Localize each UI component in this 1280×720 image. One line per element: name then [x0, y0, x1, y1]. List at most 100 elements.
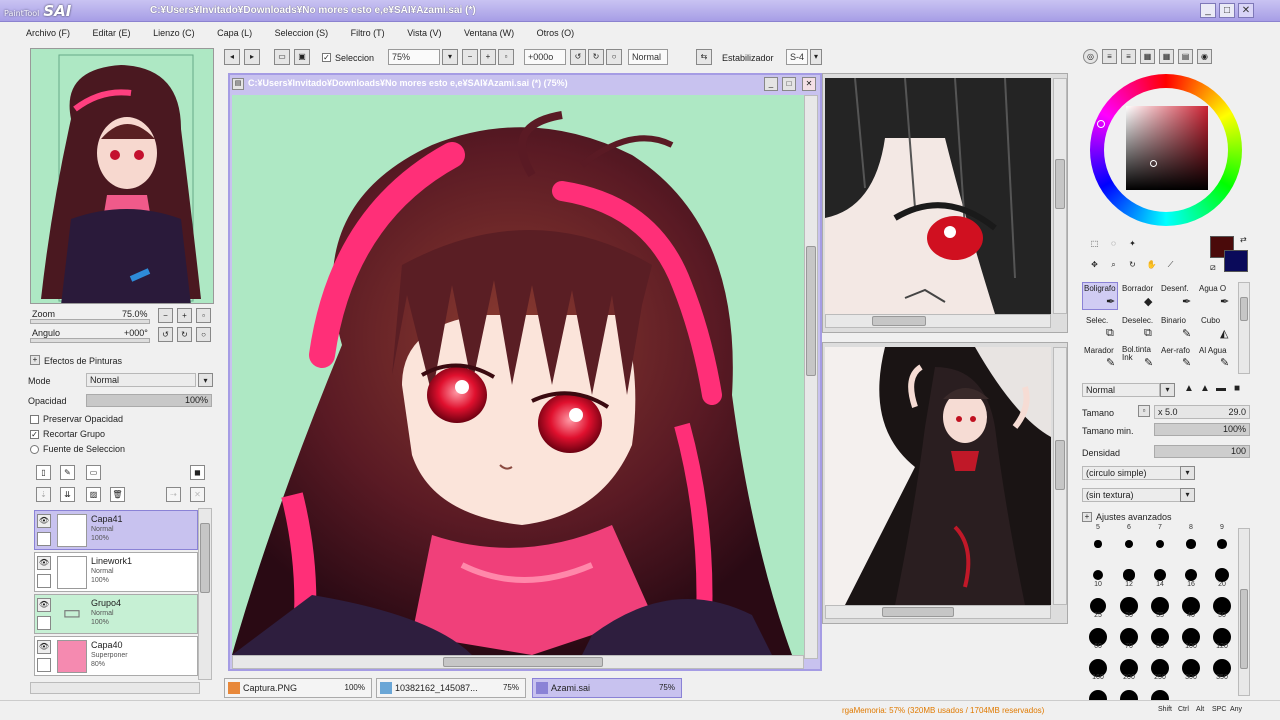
zoom-out-icon[interactable]: − [462, 49, 478, 65]
navigator-preview[interactable] [30, 48, 214, 304]
nav-angle-slider[interactable] [30, 338, 150, 343]
layer-mode-select[interactable]: Normal [86, 373, 196, 387]
brush-label[interactable]: Desenf. [1161, 284, 1189, 293]
flip-icon[interactable]: ⇆ [696, 49, 712, 65]
saturation-value-square[interactable] [1126, 106, 1208, 190]
color-history-icon[interactable]: ◉ [1197, 49, 1212, 64]
menu-otros[interactable]: Otros (O) [537, 24, 575, 42]
layer-mode-dropdown-icon[interactable]: ▾ [198, 373, 213, 387]
brush-grid-scrollbar[interactable] [1238, 282, 1250, 374]
redo-icon[interactable]: ▸ [244, 49, 260, 65]
reference-2-hscrollbar[interactable] [825, 605, 1051, 619]
size-slider[interactable]: x 5.0 29.0 [1154, 405, 1250, 419]
brush-label[interactable]: Borrador [1122, 284, 1153, 293]
zoom-reset-icon[interactable]: ▫ [498, 49, 514, 65]
brush-shape-soft-icon[interactable]: ▬ [1216, 383, 1226, 394]
effects-label[interactable]: Efectos de Pinturas [44, 356, 122, 366]
brush-shape-round-icon[interactable]: ▲ [1200, 383, 1210, 394]
nav-zoom-out-icon[interactable]: − [158, 308, 173, 323]
nav-rotate-reset-icon[interactable]: ○ [196, 327, 211, 342]
nav-zoom-fit-icon[interactable]: ▫ [196, 308, 211, 323]
advanced-expand-icon[interactable]: + [1082, 512, 1092, 522]
selection-checkbox[interactable]: ✓ [322, 53, 331, 62]
canvas-hscrollbar[interactable] [232, 655, 804, 669]
brush-lock-icon[interactable] [37, 616, 51, 630]
trash-icon[interactable]: 🗑 [110, 487, 125, 502]
scratchpad-icon[interactable]: ▤ [1178, 49, 1193, 64]
close-button[interactable]: ✕ [1238, 3, 1254, 18]
density-slider[interactable]: 100 [1154, 445, 1250, 458]
layer-item[interactable]: 👁 Capa41 Normal 100% [34, 510, 198, 550]
brush-size-dot[interactable] [1154, 569, 1166, 581]
nav-zoom-slider[interactable] [30, 319, 150, 324]
menu-editar[interactable]: Editar (E) [93, 24, 131, 42]
reference-1-hscroll-thumb[interactable] [872, 316, 926, 326]
brush-size-dot[interactable] [1123, 569, 1135, 581]
apply-mask-icon[interactable]: ⇢ [166, 487, 181, 502]
angle-field[interactable]: +000o [524, 49, 566, 65]
maximize-button[interactable]: □ [1219, 3, 1235, 18]
min-size-slider[interactable]: 100% [1154, 423, 1250, 436]
brush-size-dot[interactable] [1094, 540, 1102, 548]
color-picker-cursor[interactable] [1150, 160, 1157, 167]
layer-item[interactable]: 👁 Capa40 Superponer 80% [34, 636, 198, 676]
merge-down-icon[interactable]: ⇊ [60, 487, 75, 502]
brush-shape-dropdown-icon[interactable]: ▾ [1180, 466, 1195, 480]
brush-texture-dropdown-icon[interactable]: ▾ [1180, 488, 1195, 502]
eyedropper-icon[interactable]: ⟋ [1163, 258, 1178, 273]
zoom-field[interactable]: 75% [388, 49, 440, 65]
reference-1-vscroll-thumb[interactable] [1055, 159, 1065, 209]
brush-size-scrollbar[interactable] [1238, 528, 1250, 696]
layer-item[interactable]: 👁 Linework1 Normal 100% [34, 552, 198, 592]
menu-seleccion[interactable]: Seleccion (S) [275, 24, 329, 42]
menu-lienzo[interactable]: Lienzo (C) [153, 24, 195, 42]
rgb-sliders-icon[interactable]: ≡ [1102, 49, 1117, 64]
hand-icon[interactable]: ✋ [1144, 258, 1159, 273]
brush-lock-icon[interactable] [37, 658, 51, 672]
brush-size-dot[interactable] [1217, 539, 1227, 549]
hsv-sliders-icon[interactable]: ≡ [1121, 49, 1136, 64]
brush-size-dot[interactable] [1125, 540, 1133, 548]
doc-maximize-button[interactable]: □ [782, 77, 796, 91]
color-wheel-icon[interactable]: ◎ [1083, 49, 1098, 64]
zoom-tool-icon[interactable]: ⌕ [1106, 258, 1121, 273]
opacity-slider[interactable]: 100% [86, 394, 212, 407]
secondary-color-swatch[interactable] [1224, 250, 1248, 272]
nav-rotate-left-icon[interactable]: ↺ [158, 327, 173, 342]
visibility-eye-icon[interactable]: 👁 [37, 598, 51, 612]
doc-close-button[interactable]: ✕ [802, 77, 816, 91]
brush-size-dot[interactable] [1092, 569, 1104, 581]
rotate-left-icon[interactable]: ↺ [570, 49, 586, 65]
nav-zoom-in-icon[interactable]: + [177, 308, 192, 323]
zoom-in-icon[interactable]: + [480, 49, 496, 65]
clip-group-checkbox[interactable]: ✓ [30, 430, 39, 439]
move-icon[interactable]: ✥ [1087, 258, 1102, 273]
preserve-opacity-checkbox[interactable] [30, 415, 39, 424]
brush-shape-select[interactable]: (circulo simple) [1082, 466, 1182, 480]
canvas-hscroll-thumb[interactable] [443, 657, 603, 667]
delete-mask-icon[interactable]: ✕ [190, 487, 205, 502]
rotate-right-icon[interactable]: ↻ [588, 49, 604, 65]
reference-2-vscroll-thumb[interactable] [1055, 440, 1065, 490]
rotate-tool-icon[interactable]: ↻ [1125, 258, 1140, 273]
brush-label[interactable]: Aer-rafo [1161, 346, 1190, 355]
deselect-icon[interactable]: ▭ [274, 49, 290, 65]
brush-lock-icon[interactable] [37, 574, 51, 588]
visibility-eye-icon[interactable]: 👁 [37, 514, 51, 528]
rotate-reset-icon[interactable]: ○ [606, 49, 622, 65]
minimize-button[interactable]: _ [1200, 3, 1216, 18]
color-swatches-icon[interactable]: ▦ [1140, 49, 1155, 64]
tab-reference[interactable]: 10382162_145087... 75% [376, 678, 526, 698]
brush-size-dot[interactable] [1186, 539, 1196, 549]
zoom-dropdown-icon[interactable]: ▾ [442, 49, 458, 65]
user-swatches-icon[interactable]: ▦ [1159, 49, 1174, 64]
color-wheel[interactable] [1090, 74, 1242, 226]
stabilizer-dropdown-icon[interactable]: ▾ [810, 49, 822, 65]
layer-list-scrollbar[interactable] [198, 508, 212, 680]
brush-size-dot[interactable] [1155, 539, 1165, 549]
brush-label[interactable]: Cubo [1201, 316, 1220, 325]
nav-rotate-right-icon[interactable]: ↻ [177, 327, 192, 342]
rect-select-icon[interactable]: ⬚ [1087, 237, 1102, 252]
brush-label[interactable]: Marador [1084, 346, 1114, 355]
reference-1-hscrollbar[interactable] [825, 314, 1051, 328]
